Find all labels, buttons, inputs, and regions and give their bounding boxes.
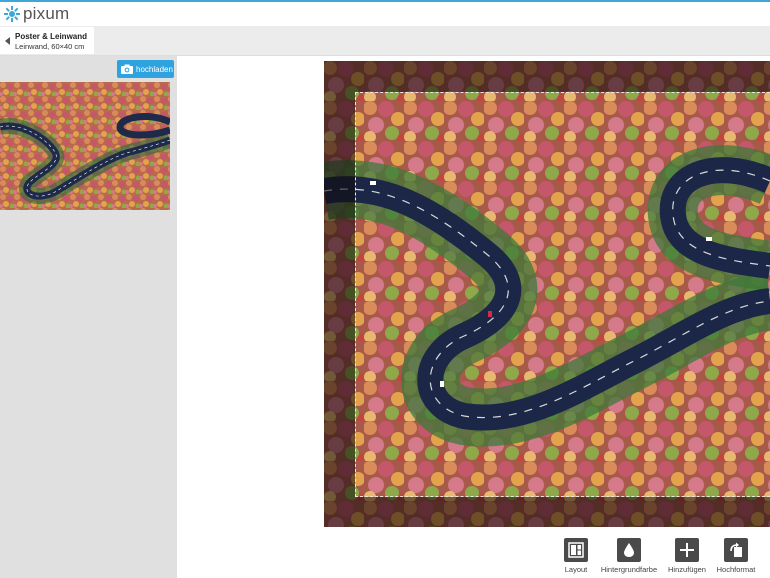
crop-dim-bottom — [324, 497, 770, 527]
back-arrow-icon — [5, 37, 10, 45]
crop-dim-top — [324, 61, 770, 92]
product-back-tab[interactable]: Poster & Leinwand Leinwand, 60×40 cm — [0, 27, 94, 54]
crop-dim-left — [324, 92, 355, 497]
sun-logo-icon — [4, 6, 20, 22]
rotate-icon — [724, 538, 748, 562]
product-subtitle: Leinwand, 60×40 cm — [15, 42, 85, 51]
portrait-label: Hochformat — [716, 565, 756, 574]
plus-icon — [675, 538, 699, 562]
pixum-logo[interactable]: pixum — [4, 4, 69, 24]
crop-frame[interactable] — [355, 92, 770, 497]
camera-icon — [121, 64, 133, 74]
drop-icon — [617, 538, 641, 562]
upload-button[interactable]: hochladen — [117, 60, 174, 78]
upload-label: hochladen — [136, 64, 173, 74]
sub-navigation: Poster & Leinwand Leinwand, 60×40 cm — [0, 26, 770, 56]
product-title: Poster & Leinwand — [15, 32, 88, 41]
logo-text: pixum — [23, 4, 70, 23]
header: pixum — [0, 2, 770, 26]
photo-thumbnail[interactable] — [0, 82, 170, 210]
photo-sidebar: hochladen — [0, 56, 177, 578]
background-color-label: Hintergrundfarbe — [600, 565, 658, 574]
layout-icon — [564, 538, 588, 562]
portrait-button[interactable]: Hochformat — [704, 538, 768, 574]
background-color-button[interactable]: Hintergrundfarbe — [597, 538, 661, 574]
design-canvas[interactable] — [324, 61, 770, 527]
